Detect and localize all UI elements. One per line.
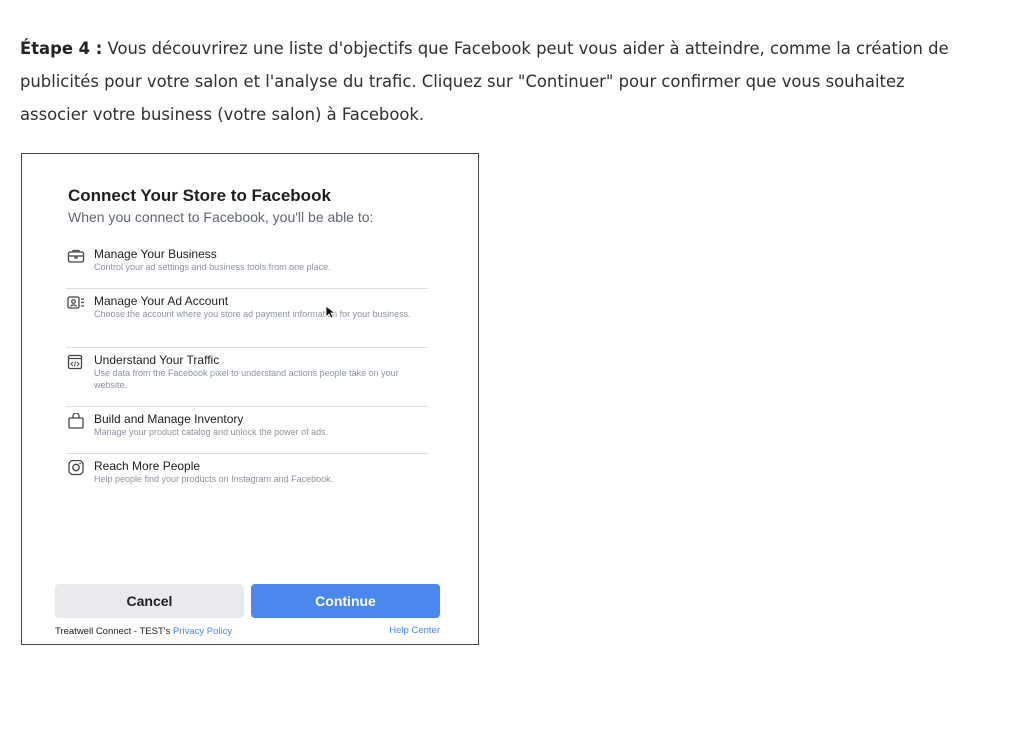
cancel-button[interactable]: Cancel [55,584,244,618]
continue-button[interactable]: Continue [251,584,440,618]
shopping-bag-icon [68,413,84,429]
list-item-manage-business: Manage Your Business Control your ad set… [66,242,428,289]
list-item-understand-traffic: Understand Your Traffic Use data from th… [66,348,428,407]
dialog-title: Connect Your Store to Facebook [68,186,331,205]
ad-account-icon [67,296,84,309]
footer-legal: Treatwell Connect - TEST's Privacy Polic… [55,626,232,637]
list-item-reach-people: Reach More People Help people find your … [66,454,428,500]
instagram-icon [68,460,84,476]
footer-prefix: Treatwell Connect - TEST's [55,626,173,637]
list-item-manage-ad-account: Manage Your Ad Account Choose the accoun… [66,289,428,348]
briefcase-icon [67,249,85,263]
item-description: Help people find your products on Instag… [94,474,334,484]
item-description: Choose the account where you store ad pa… [94,309,411,319]
help-center-link[interactable]: Help Center [389,625,440,636]
step-label: Étape 4 : [20,39,103,58]
code-icon [67,354,83,370]
item-title: Manage Your Business [94,247,217,261]
features-list: Manage Your Business Control your ad set… [66,242,428,500]
facebook-connect-screenshot: Connect Your Store to Facebook When you … [21,153,479,645]
item-title: Reach More People [94,459,201,473]
item-description: Use data from the Facebook pixel to unde… [94,368,399,390]
privacy-policy-link[interactable]: Privacy Policy [173,626,232,637]
item-title: Understand Your Traffic [94,353,220,367]
list-item-build-inventory: Build and Manage Inventory Manage your p… [66,407,428,454]
step-instructions: Étape 4 : Vous découvrirez une liste d'o… [20,32,950,131]
item-description: Manage your product catalog and unlock t… [94,427,329,437]
item-description: Control your ad settings and business to… [94,262,331,272]
step-text: Vous découvrirez une liste d'objectifs q… [20,39,949,124]
mouse-cursor-icon [325,305,335,319]
item-title: Build and Manage Inventory [94,412,244,426]
dialog-subtitle: When you connect to Facebook, you'll be … [68,209,374,225]
item-title: Manage Your Ad Account [94,294,229,308]
